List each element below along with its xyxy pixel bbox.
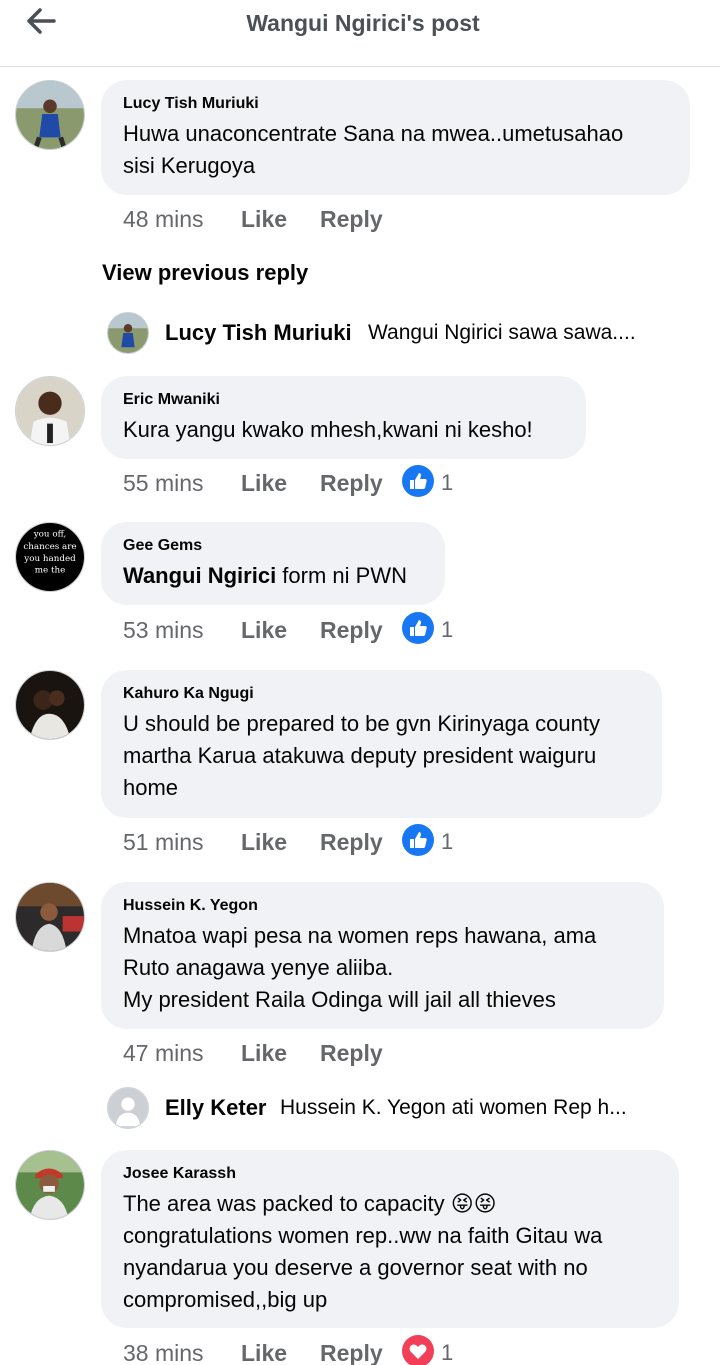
like-button[interactable]: Like — [241, 1040, 287, 1067]
reply-button[interactable]: Reply — [320, 829, 383, 856]
view-previous-reply-link[interactable]: View previous reply — [102, 260, 308, 286]
avatar[interactable] — [15, 670, 85, 740]
reply-text: Wangui Ngirici sawa sawa.... — [368, 321, 636, 344]
reaction-count[interactable]: 1 — [441, 470, 453, 496]
comment-time[interactable]: 55 mins — [123, 470, 204, 497]
reply-preview[interactable]: Lucy Tish Muriuki Wangui Ngirici sawa sa… — [107, 312, 687, 356]
comment-author[interactable]: Josee Karassh — [123, 1164, 657, 1184]
comment-bubble[interactable]: Gee Gems Wangui Ngirici form ni PWN — [101, 522, 445, 605]
reaction-count[interactable]: 1 — [441, 1340, 453, 1365]
comment-text: The area was packed to capacity 😝😝 congr… — [123, 1191, 603, 1312]
comment-time[interactable]: 53 mins — [123, 617, 204, 644]
svg-text:you handed: you handed — [23, 554, 76, 564]
avatar[interactable]: you off, chances are you handed me the — [15, 522, 85, 592]
avatar[interactable] — [107, 312, 149, 354]
comment-author[interactable]: Gee Gems — [123, 536, 423, 556]
reply-button[interactable]: Reply — [320, 617, 383, 644]
reply-button[interactable]: Reply — [320, 1040, 383, 1067]
like-button[interactable]: Like — [241, 1340, 287, 1365]
reply-text: Hussein K. Yegon ati women Rep h... — [280, 1096, 627, 1119]
avatar[interactable] — [15, 882, 85, 952]
reply-button[interactable]: Reply — [320, 206, 383, 233]
post-header: Wangui Ngirici's post — [0, 0, 720, 67]
comment-time[interactable]: 38 mins — [123, 1340, 204, 1365]
reaction-count[interactable]: 1 — [441, 617, 453, 643]
mention-link[interactable]: Wangui Ngirici — [123, 563, 276, 588]
comment-time[interactable]: 47 mins — [123, 1040, 204, 1067]
comment-bubble[interactable]: Lucy Tish Muriuki Huwa unaconcentrate Sa… — [101, 80, 690, 195]
reply-author[interactable]: Elly Keter — [165, 1095, 267, 1121]
like-button[interactable]: Like — [241, 206, 287, 233]
comment-text: U should be prepared to be gvn Kirinyaga… — [123, 711, 600, 800]
like-reaction-icon[interactable] — [401, 611, 435, 645]
svg-text:chances are: chances are — [23, 542, 76, 552]
comment-author[interactable]: Kahuro Ka Ngugi — [123, 684, 640, 704]
avatar[interactable] — [15, 1150, 85, 1220]
avatar[interactable] — [15, 80, 85, 150]
reply-button[interactable]: Reply — [320, 1340, 383, 1365]
comment-author[interactable]: Eric Mwaniki — [123, 390, 564, 410]
comment-bubble[interactable]: Eric Mwaniki Kura yangu kwako mhesh,kwan… — [101, 376, 586, 459]
svg-text:me the: me the — [35, 566, 66, 576]
avatar[interactable] — [15, 376, 85, 446]
comment-text: Wangui Ngirici form ni PWN — [123, 560, 423, 592]
default-avatar-icon[interactable] — [107, 1087, 149, 1129]
like-button[interactable]: Like — [241, 829, 287, 856]
like-reaction-icon[interactable] — [401, 823, 435, 857]
comment-text: Mnatoa wapi pesa na women reps hawana, a… — [123, 923, 597, 1012]
comment-text-body: form ni PWN — [276, 563, 407, 588]
comment-bubble[interactable]: Josee Karassh The area was packed to cap… — [101, 1150, 679, 1328]
svg-text:you off,: you off, — [33, 530, 67, 540]
comment-author[interactable]: Hussein K. Yegon — [123, 896, 642, 916]
comment-text: Huwa unaconcentrate Sana na mwea..umetus… — [123, 121, 624, 178]
reply-preview[interactable]: Elly Keter Hussein K. Yegon ati women Re… — [107, 1087, 687, 1131]
reaction-count[interactable]: 1 — [441, 829, 453, 855]
comment-bubble[interactable]: Hussein K. Yegon Mnatoa wapi pesa na wom… — [101, 882, 664, 1029]
reply-author[interactable]: Lucy Tish Muriuki — [165, 320, 352, 346]
comment-text: Kura yangu kwako mhesh,kwani ni kesho! — [123, 417, 533, 442]
like-button[interactable]: Like — [241, 617, 287, 644]
comment-bubble[interactable]: Kahuro Ka Ngugi U should be prepared to … — [101, 670, 662, 818]
page-title: Wangui Ngirici's post — [246, 10, 480, 36]
like-button[interactable]: Like — [241, 470, 287, 497]
comment-time[interactable]: 48 mins — [123, 206, 204, 233]
love-reaction-icon[interactable] — [401, 1334, 435, 1365]
like-reaction-icon[interactable] — [401, 464, 435, 498]
comment-time[interactable]: 51 mins — [123, 829, 204, 856]
reply-button[interactable]: Reply — [320, 470, 383, 497]
comment-author[interactable]: Lucy Tish Muriuki — [123, 94, 668, 114]
